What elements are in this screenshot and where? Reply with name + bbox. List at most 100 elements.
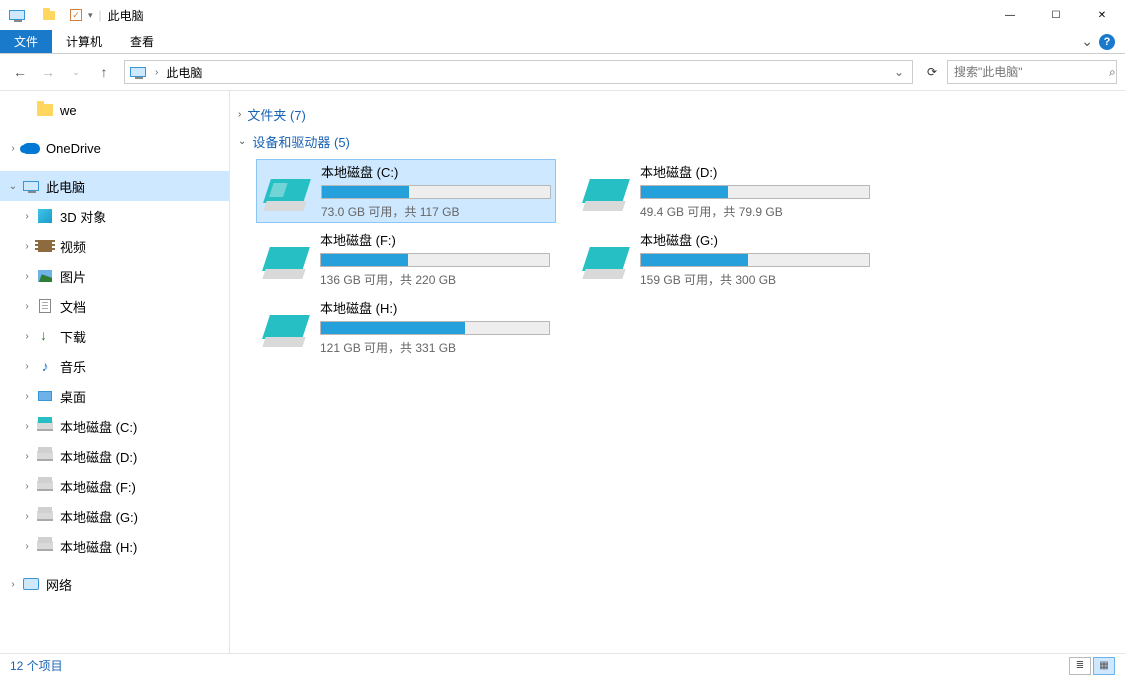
- group-folders[interactable]: › 文件夹 (7): [238, 105, 1117, 124]
- drive-icon: [261, 171, 309, 211]
- chevron-right-icon[interactable]: ›: [20, 241, 34, 252]
- breadcrumb[interactable]: 此电脑: [160, 64, 208, 81]
- close-button[interactable]: ✕: [1079, 0, 1125, 30]
- sidebar-item-disk-f[interactable]: › 本地磁盘 (F:): [0, 471, 229, 501]
- app-icon: [8, 6, 26, 24]
- sidebar-item-disk-d[interactable]: › 本地磁盘 (D:): [0, 441, 229, 471]
- drive-stats: 136 GB 可用，共 220 GB: [320, 271, 552, 288]
- drive-item[interactable]: 本地磁盘 (F:) 136 GB 可用，共 220 GB: [256, 227, 556, 291]
- disk-icon: [36, 417, 54, 435]
- drive-name: 本地磁盘 (F:): [320, 230, 552, 249]
- sidebar-item-label: 本地磁盘 (C:): [60, 417, 137, 436]
- sidebar-item-disk-c[interactable]: › 本地磁盘 (C:): [0, 411, 229, 441]
- search-box[interactable]: ⌕: [947, 60, 1117, 84]
- qat-folder-icon[interactable]: [40, 6, 58, 24]
- drive-item[interactable]: 本地磁盘 (H:)121 GB 可用，共 331 GB: [256, 295, 556, 359]
- chevron-right-icon[interactable]: ›: [20, 331, 34, 342]
- sidebar-item-videos[interactable]: › 视频: [0, 231, 229, 261]
- sidebar-item-disk-h[interactable]: › 本地磁盘 (H:): [0, 531, 229, 561]
- sidebar-item-label: 网络: [46, 575, 72, 594]
- chevron-down-icon[interactable]: ⌄: [238, 136, 246, 147]
- tab-view[interactable]: 查看: [116, 30, 168, 53]
- sidebar-item-3d-objects[interactable]: › 3D 对象: [0, 201, 229, 231]
- drive-item[interactable]: 本地磁盘 (C:)73.0 GB 可用，共 117 GB: [256, 159, 556, 223]
- drive-stats: 121 GB 可用，共 331 GB: [320, 339, 552, 356]
- maximize-button[interactable]: ☐: [1033, 0, 1079, 30]
- search-input[interactable]: [954, 65, 1109, 79]
- status-items: 12 个项目: [10, 657, 63, 674]
- qat-checkbox-icon[interactable]: ✓: [70, 9, 82, 21]
- drive-stats: 49.4 GB 可用，共 79.9 GB: [640, 203, 872, 220]
- drive-stats: 159 GB 可用，共 300 GB: [640, 271, 872, 288]
- breadcrumb-sep-icon[interactable]: ›: [153, 67, 160, 78]
- recent-locations-button[interactable]: ⌄: [64, 60, 88, 84]
- help-button[interactable]: ?: [1099, 34, 1115, 50]
- disk-icon: [36, 447, 54, 465]
- ribbon: 文件 计算机 查看 ⌄ ?: [0, 30, 1125, 54]
- drive-icon: [260, 239, 308, 279]
- chevron-right-icon[interactable]: ›: [20, 271, 34, 282]
- chevron-right-icon[interactable]: ›: [6, 579, 20, 590]
- cube-icon: [36, 207, 54, 225]
- ribbon-chevron-icon[interactable]: ⌄: [1081, 33, 1093, 50]
- sidebar-item-desktop[interactable]: › 桌面: [0, 381, 229, 411]
- picture-icon: [36, 267, 54, 285]
- window-title: 此电脑: [108, 7, 144, 24]
- sidebar-item-label: 图片: [60, 267, 86, 286]
- desktop-icon: [36, 387, 54, 405]
- sidebar-item-downloads[interactable]: › 下载: [0, 321, 229, 351]
- chevron-right-icon[interactable]: ›: [20, 211, 34, 222]
- group-devices[interactable]: ⌄ 设备和驱动器 (5): [238, 132, 1117, 151]
- address-dropdown-icon[interactable]: ⌄: [888, 65, 910, 79]
- back-button[interactable]: ←: [8, 60, 32, 84]
- refresh-button[interactable]: ⟳: [921, 61, 943, 83]
- sidebar-item-network[interactable]: › 网络: [0, 569, 229, 599]
- chevron-right-icon[interactable]: ›: [20, 421, 34, 432]
- sidebar-item-label: 此电脑: [46, 177, 85, 196]
- view-details-button[interactable]: ≣: [1069, 657, 1091, 675]
- drive-stats: 73.0 GB 可用，共 117 GB: [321, 203, 551, 220]
- chevron-right-icon[interactable]: ›: [20, 541, 34, 552]
- drive-item[interactable]: 本地磁盘 (D:) 49.4 GB 可用，共 79.9 GB: [576, 159, 876, 223]
- address-bar[interactable]: › 此电脑 ⌄: [124, 60, 913, 84]
- pc-icon: [22, 177, 40, 195]
- tab-computer[interactable]: 计算机: [52, 30, 116, 53]
- forward-button[interactable]: →: [36, 60, 60, 84]
- qat-dropdown-icon[interactable]: ▾: [88, 10, 93, 21]
- chevron-right-icon[interactable]: ›: [6, 143, 20, 154]
- search-icon[interactable]: ⌕: [1109, 65, 1116, 80]
- sidebar-item-documents[interactable]: › 文档: [0, 291, 229, 321]
- sidebar-item-disk-g[interactable]: › 本地磁盘 (G:): [0, 501, 229, 531]
- sidebar-item-we[interactable]: we: [0, 95, 229, 125]
- address-pc-icon: [129, 63, 147, 81]
- chevron-right-icon[interactable]: ›: [20, 511, 34, 522]
- minimize-button[interactable]: —: [987, 0, 1033, 30]
- sidebar-item-onedrive[interactable]: › OneDrive: [0, 133, 229, 163]
- tab-file[interactable]: 文件: [0, 30, 52, 53]
- chevron-right-icon[interactable]: ›: [20, 451, 34, 462]
- chevron-right-icon[interactable]: ›: [20, 361, 34, 372]
- up-button[interactable]: ↑: [92, 60, 116, 84]
- sidebar-item-label: 本地磁盘 (G:): [60, 507, 138, 526]
- sidebar-item-this-pc[interactable]: ⌄ 此电脑: [0, 171, 229, 201]
- chevron-right-icon[interactable]: ›: [20, 481, 34, 492]
- group-label: 文件夹 (7): [247, 105, 306, 124]
- chevron-down-icon[interactable]: ⌄: [6, 181, 20, 192]
- chevron-right-icon[interactable]: ›: [238, 109, 241, 120]
- sidebar-item-pictures[interactable]: › 图片: [0, 261, 229, 291]
- network-icon: [22, 575, 40, 593]
- drive-usage-bar: [640, 253, 870, 267]
- drive-item[interactable]: 本地磁盘 (G:)159 GB 可用，共 300 GB: [576, 227, 876, 291]
- sidebar-item-music[interactable]: › ♪ 音乐: [0, 351, 229, 381]
- onedrive-icon: [22, 139, 40, 157]
- drive-usage-bar: [321, 185, 551, 199]
- drive-name: 本地磁盘 (D:): [640, 162, 872, 181]
- sidebar-item-label: 下载: [60, 327, 86, 346]
- chevron-right-icon[interactable]: ›: [20, 391, 34, 402]
- drive-icon: [580, 171, 628, 211]
- view-tiles-button[interactable]: ▦: [1093, 657, 1115, 675]
- sidebar-item-label: 本地磁盘 (D:): [60, 447, 137, 466]
- music-icon: ♪: [36, 357, 54, 375]
- chevron-right-icon[interactable]: ›: [20, 301, 34, 312]
- sidebar-item-label: we: [60, 103, 77, 118]
